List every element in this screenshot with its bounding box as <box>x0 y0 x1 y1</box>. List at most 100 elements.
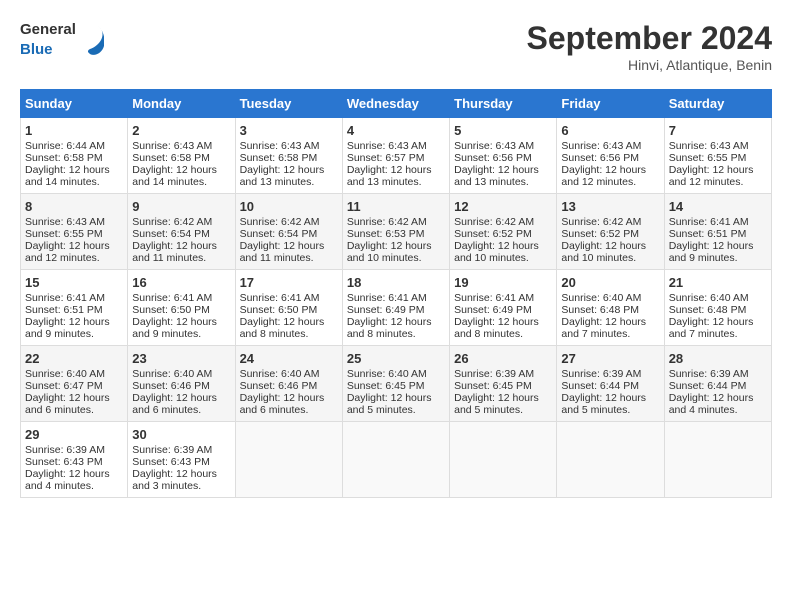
day-number: 10 <box>240 199 338 214</box>
calendar-cell: 26 Sunrise: 6:39 AM Sunset: 6:45 PM Dayl… <box>450 346 557 422</box>
sunrise-label: Sunrise: 6:42 AM <box>347 216 427 228</box>
day-number: 26 <box>454 351 552 366</box>
sunrise-label: Sunrise: 6:40 AM <box>669 292 749 304</box>
calendar-cell: 28 Sunrise: 6:39 AM Sunset: 6:44 PM Dayl… <box>664 346 771 422</box>
daylight-label: Daylight: 12 hours and 8 minutes. <box>347 316 432 340</box>
col-monday: Monday <box>128 90 235 118</box>
sunrise-label: Sunrise: 6:42 AM <box>240 216 320 228</box>
calendar-cell: 2 Sunrise: 6:43 AM Sunset: 6:58 PM Dayli… <box>128 118 235 194</box>
calendar-cell: 11 Sunrise: 6:42 AM Sunset: 6:53 PM Dayl… <box>342 194 449 270</box>
day-number: 8 <box>25 199 123 214</box>
sunrise-label: Sunrise: 6:39 AM <box>132 444 212 456</box>
calendar-cell: 22 Sunrise: 6:40 AM Sunset: 6:47 PM Dayl… <box>21 346 128 422</box>
sunset-label: Sunset: 6:58 PM <box>25 152 103 164</box>
logo-general: General <box>20 20 76 40</box>
daylight-label: Daylight: 12 hours and 10 minutes. <box>347 240 432 264</box>
sunset-label: Sunset: 6:43 PM <box>132 456 210 468</box>
calendar-cell: 17 Sunrise: 6:41 AM Sunset: 6:50 PM Dayl… <box>235 270 342 346</box>
day-number: 25 <box>347 351 445 366</box>
sunrise-label: Sunrise: 6:43 AM <box>454 140 534 152</box>
sunset-label: Sunset: 6:44 PM <box>561 380 639 392</box>
logo: General Blue <box>20 20 104 59</box>
calendar-cell: 18 Sunrise: 6:41 AM Sunset: 6:49 PM Dayl… <box>342 270 449 346</box>
sunrise-label: Sunrise: 6:42 AM <box>561 216 641 228</box>
sunset-label: Sunset: 6:50 PM <box>132 304 210 316</box>
sunset-label: Sunset: 6:46 PM <box>240 380 318 392</box>
daylight-label: Daylight: 12 hours and 4 minutes. <box>25 468 110 492</box>
day-number: 17 <box>240 275 338 290</box>
sunrise-label: Sunrise: 6:40 AM <box>561 292 641 304</box>
calendar-row: 1 Sunrise: 6:44 AM Sunset: 6:58 PM Dayli… <box>21 118 772 194</box>
calendar-cell: 29 Sunrise: 6:39 AM Sunset: 6:43 PM Dayl… <box>21 422 128 498</box>
calendar-cell: 27 Sunrise: 6:39 AM Sunset: 6:44 PM Dayl… <box>557 346 664 422</box>
sunset-label: Sunset: 6:54 PM <box>240 228 318 240</box>
calendar-table: Sunday Monday Tuesday Wednesday Thursday… <box>20 89 772 498</box>
day-number: 3 <box>240 123 338 138</box>
calendar-cell <box>664 422 771 498</box>
calendar-cell: 6 Sunrise: 6:43 AM Sunset: 6:56 PM Dayli… <box>557 118 664 194</box>
daylight-label: Daylight: 12 hours and 8 minutes. <box>454 316 539 340</box>
sunset-label: Sunset: 6:58 PM <box>132 152 210 164</box>
calendar-cell: 3 Sunrise: 6:43 AM Sunset: 6:58 PM Dayli… <box>235 118 342 194</box>
day-number: 13 <box>561 199 659 214</box>
sunset-label: Sunset: 6:53 PM <box>347 228 425 240</box>
col-sunday: Sunday <box>21 90 128 118</box>
col-wednesday: Wednesday <box>342 90 449 118</box>
daylight-label: Daylight: 12 hours and 10 minutes. <box>454 240 539 264</box>
sunrise-label: Sunrise: 6:43 AM <box>240 140 320 152</box>
day-number: 24 <box>240 351 338 366</box>
daylight-label: Daylight: 12 hours and 6 minutes. <box>132 392 217 416</box>
day-number: 19 <box>454 275 552 290</box>
daylight-label: Daylight: 12 hours and 10 minutes. <box>561 240 646 264</box>
day-number: 21 <box>669 275 767 290</box>
daylight-label: Daylight: 12 hours and 3 minutes. <box>132 468 217 492</box>
col-tuesday: Tuesday <box>235 90 342 118</box>
daylight-label: Daylight: 12 hours and 7 minutes. <box>669 316 754 340</box>
calendar-cell <box>342 422 449 498</box>
daylight-label: Daylight: 12 hours and 4 minutes. <box>669 392 754 416</box>
day-number: 2 <box>132 123 230 138</box>
logo-wave-icon <box>84 24 104 56</box>
calendar-cell: 5 Sunrise: 6:43 AM Sunset: 6:56 PM Dayli… <box>450 118 557 194</box>
calendar-row: 22 Sunrise: 6:40 AM Sunset: 6:47 PM Dayl… <box>21 346 772 422</box>
sunrise-label: Sunrise: 6:39 AM <box>669 368 749 380</box>
calendar-cell: 10 Sunrise: 6:42 AM Sunset: 6:54 PM Dayl… <box>235 194 342 270</box>
calendar-cell: 15 Sunrise: 6:41 AM Sunset: 6:51 PM Dayl… <box>21 270 128 346</box>
calendar-cell: 12 Sunrise: 6:42 AM Sunset: 6:52 PM Dayl… <box>450 194 557 270</box>
day-number: 16 <box>132 275 230 290</box>
day-number: 20 <box>561 275 659 290</box>
calendar-cell: 9 Sunrise: 6:42 AM Sunset: 6:54 PM Dayli… <box>128 194 235 270</box>
sunset-label: Sunset: 6:56 PM <box>561 152 639 164</box>
sunrise-label: Sunrise: 6:41 AM <box>25 292 105 304</box>
sunrise-label: Sunrise: 6:41 AM <box>240 292 320 304</box>
daylight-label: Daylight: 12 hours and 14 minutes. <box>132 164 217 188</box>
sunrise-label: Sunrise: 6:40 AM <box>240 368 320 380</box>
sunrise-label: Sunrise: 6:43 AM <box>132 140 212 152</box>
sunset-label: Sunset: 6:54 PM <box>132 228 210 240</box>
sunset-label: Sunset: 6:56 PM <box>454 152 532 164</box>
calendar-cell: 7 Sunrise: 6:43 AM Sunset: 6:55 PM Dayli… <box>664 118 771 194</box>
sunset-label: Sunset: 6:51 PM <box>669 228 747 240</box>
calendar-row: 8 Sunrise: 6:43 AM Sunset: 6:55 PM Dayli… <box>21 194 772 270</box>
logo-blue: Blue <box>20 40 76 60</box>
sunset-label: Sunset: 6:52 PM <box>454 228 532 240</box>
calendar-cell: 16 Sunrise: 6:41 AM Sunset: 6:50 PM Dayl… <box>128 270 235 346</box>
day-number: 6 <box>561 123 659 138</box>
day-number: 27 <box>561 351 659 366</box>
sunrise-label: Sunrise: 6:41 AM <box>454 292 534 304</box>
sunset-label: Sunset: 6:57 PM <box>347 152 425 164</box>
daylight-label: Daylight: 12 hours and 13 minutes. <box>240 164 325 188</box>
sunrise-label: Sunrise: 6:42 AM <box>132 216 212 228</box>
day-number: 15 <box>25 275 123 290</box>
daylight-label: Daylight: 12 hours and 13 minutes. <box>454 164 539 188</box>
calendar-cell: 14 Sunrise: 6:41 AM Sunset: 6:51 PM Dayl… <box>664 194 771 270</box>
sunrise-label: Sunrise: 6:39 AM <box>561 368 641 380</box>
day-number: 23 <box>132 351 230 366</box>
sunset-label: Sunset: 6:48 PM <box>669 304 747 316</box>
daylight-label: Daylight: 12 hours and 14 minutes. <box>25 164 110 188</box>
sunset-label: Sunset: 6:44 PM <box>669 380 747 392</box>
col-saturday: Saturday <box>664 90 771 118</box>
daylight-label: Daylight: 12 hours and 9 minutes. <box>669 240 754 264</box>
sunset-label: Sunset: 6:52 PM <box>561 228 639 240</box>
sunset-label: Sunset: 6:55 PM <box>669 152 747 164</box>
